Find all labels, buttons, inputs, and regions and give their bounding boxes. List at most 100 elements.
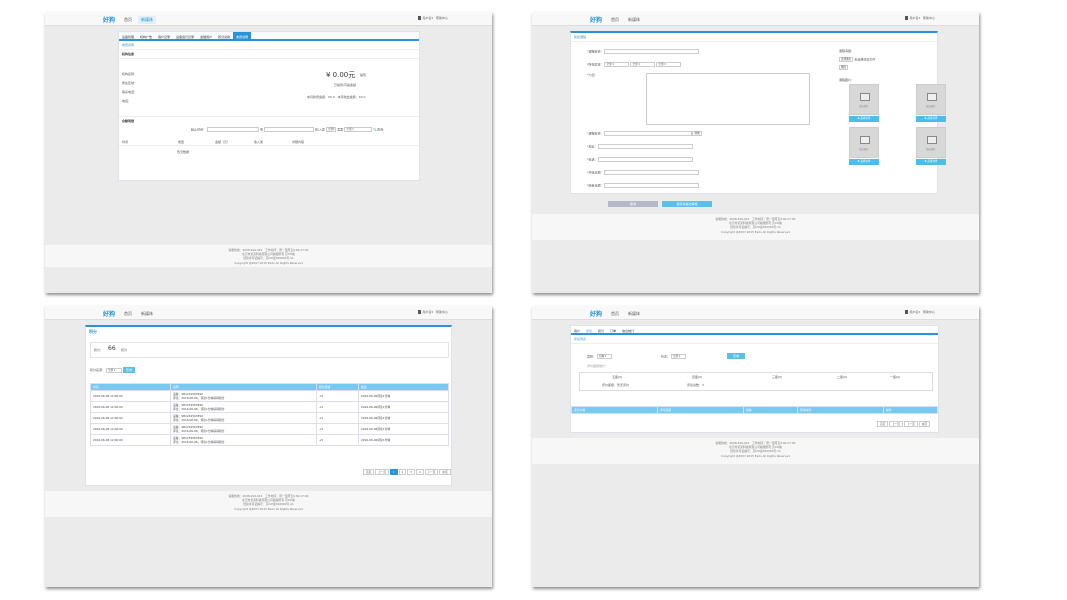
top-header: 好狗 首页 新媒体 用户名▾ 帮助中心	[45, 12, 492, 26]
page-next[interactable]: 下一页	[424, 469, 439, 475]
balance-amount: ¥ 0.00元	[326, 71, 356, 79]
intro-textarea[interactable]	[646, 73, 810, 125]
form-title: 新建课程	[571, 33, 937, 42]
fee-link[interactable]: 收费说明	[119, 41, 419, 50]
page-1[interactable]: 1	[389, 469, 398, 475]
tab-3[interactable]: 设备运行记录	[173, 32, 197, 39]
search-button[interactable]: 🔍查询	[373, 128, 383, 132]
top-header: 好狗 首页 新媒体 用户名▾ 帮助中心	[532, 12, 979, 26]
filter-row: 起止时间： 至 收/入类 全部▾ 类型 全部 ▾ 🔍查询	[191, 127, 384, 132]
district-select[interactable]: 全部 ▾	[656, 62, 682, 67]
withdraw-link[interactable]: 提现	[360, 73, 366, 77]
status-select[interactable]: 全部 ▾	[670, 354, 686, 359]
category-select[interactable]: 机构 ▾	[596, 354, 612, 359]
user-menu[interactable]: 用户名▾ 帮助中心	[905, 16, 935, 20]
table-row: 2016-06-06 12:00:00 设备：SB1234567890 评论：201…	[90, 390, 449, 402]
withdraw-note: 已提现/可提金额	[334, 83, 357, 87]
tab-points[interactable]: 积分	[595, 326, 607, 333]
name-input[interactable]	[604, 49, 700, 54]
user-icon	[905, 16, 909, 20]
footer: 客服热线：4008-916-912 工作时间：周一至周五9:00-17:00 北京…	[532, 214, 979, 240]
cover-choose-button[interactable]: 选择图片	[839, 57, 854, 62]
nav-newmedia[interactable]: 新媒体	[138, 310, 156, 318]
pic-upload-button[interactable]: ✚ 选择文件	[916, 159, 946, 165]
page-first[interactable]: 首页	[363, 469, 375, 475]
logo: 好狗	[590, 17, 603, 24]
pic-slot-2: 暂无图片 ✚ 选择文件	[916, 84, 946, 122]
nav-home[interactable]: 首页	[608, 16, 622, 24]
footer: 客服热线：4008-916-912 工作时间：周一至周五9:00-17:00 北京…	[45, 245, 492, 267]
cover-delete-button[interactable]: 删除	[839, 65, 849, 70]
nav-newmedia[interactable]: 新媒体	[625, 16, 643, 24]
tab-users[interactable]: 用户	[571, 326, 583, 333]
field-input-1[interactable]	[598, 144, 694, 149]
tab-0[interactable]: 设备管理	[119, 32, 137, 39]
page-last[interactable]: 末页	[918, 421, 930, 427]
footer: 客服热线：4008-916-912 工作时间：周一至周五9:00-17:00 北京…	[45, 491, 492, 517]
page-prev[interactable]: 上一页	[375, 469, 389, 475]
pic-upload-button[interactable]: ✚ 选择文件	[916, 116, 946, 122]
tab-1[interactable]: 机构广告	[137, 32, 155, 39]
page-last[interactable]: 末页	[439, 469, 451, 475]
window-points: 好狗 首页 新媒体 用户名▾ 帮助中心 积分 积分： 66 积分 积分来源： 全…	[45, 306, 492, 587]
page-2[interactable]: 2	[398, 469, 407, 475]
window-balance: 好狗 首页 新媒体 用户名▾ 帮助中心 设备管理 机构广告 用户记录 设备运行记…	[45, 12, 492, 293]
page-3[interactable]: 3	[407, 469, 415, 475]
field-input-3[interactable]	[604, 170, 700, 175]
points-value: 66	[108, 345, 116, 352]
page-first[interactable]: 首页	[877, 421, 889, 427]
tab-bar: 设备管理 机构广告 用户记录 设备运行记录 金融用户 积分兑换 收费说明	[119, 32, 419, 41]
tab-orders[interactable]: 订单	[607, 326, 619, 333]
field-input-0[interactable]	[604, 131, 693, 136]
field-input-2[interactable]	[598, 157, 694, 162]
points-title: 积分	[89, 329, 97, 334]
user-menu[interactable]: 用户名▾ 帮助中心	[905, 310, 935, 314]
tab-6[interactable]: 收费说明	[233, 32, 252, 39]
tab-2[interactable]: 用户记录	[155, 32, 173, 39]
type-select[interactable]: 全部▾	[325, 127, 337, 132]
submit-button[interactable]: 保存并提交审核	[662, 201, 712, 207]
source-select[interactable]: 全部 ▾	[105, 367, 122, 373]
pic-upload-button[interactable]: ✚ 选择文件	[849, 116, 879, 122]
field-3: 电话：	[122, 99, 132, 103]
nav-newmedia[interactable]: 新媒体	[138, 16, 156, 24]
tab-stats[interactable]: 信息统计	[619, 326, 637, 333]
map-button[interactable]: 地图	[692, 131, 702, 136]
user-menu[interactable]: 用户名▾ 帮助中心	[418, 310, 448, 314]
city-select[interactable]: 全部 ▾	[630, 62, 656, 67]
image-placeholder-icon	[860, 93, 870, 101]
logo: 好狗	[590, 311, 603, 318]
cover-title: 课程海报：	[839, 49, 855, 53]
status-select[interactable]: 全部 ▾	[344, 127, 373, 132]
comments-table: 评论内容 评论星级 机构 评论时间 操作	[571, 406, 938, 414]
top-header: 好狗 首页 新媒体 用户名▾ 帮助中心	[45, 306, 492, 320]
pic-upload-button[interactable]: ✚ 选择文件	[849, 159, 879, 165]
label-region: *所在区域：	[587, 62, 604, 67]
nav-home[interactable]: 首页	[608, 310, 622, 318]
cancel-button[interactable]: 取消	[608, 201, 658, 207]
start-date-input[interactable]	[206, 127, 259, 132]
nav-home[interactable]: 首页	[121, 16, 135, 24]
footer: 客服热线：4008-916-912 工作时间：周一至周五9:00-17:00 北京…	[532, 438, 979, 464]
page-4[interactable]: 4	[415, 469, 424, 475]
comments-panel: 用户 评论 积分 订单 信息统计 评论列表 类别： 机构 ▾ 状态： 全部 ▾ …	[570, 325, 939, 433]
page-next[interactable]: 下一页	[903, 421, 918, 427]
end-date-input[interactable]	[263, 127, 314, 132]
nav-newmedia[interactable]: 新媒体	[625, 310, 643, 318]
image-placeholder-icon	[927, 93, 937, 101]
field-input-4[interactable]	[604, 183, 700, 188]
user-icon	[418, 310, 422, 314]
course-form: 新建课程 *课程名称： *所在区域： 全部 ▾ 全部 ▾ 全部 ▾ *介绍： *…	[570, 31, 946, 194]
user-menu[interactable]: 用户名▾ 帮助中心	[418, 16, 448, 20]
tab-bar: 用户 评论 积分 订单 信息统计	[571, 326, 938, 335]
tab-4[interactable]: 金融用户	[197, 32, 215, 39]
pic-slot-4: 暂无图片 ✚ 选择文件	[916, 127, 946, 165]
tab-comments[interactable]: 评论	[583, 326, 595, 333]
page-prev[interactable]: 上一页	[889, 421, 903, 427]
province-select[interactable]: 全部 ▾	[604, 62, 630, 67]
pics-title: 课程图片：	[839, 78, 855, 82]
nav-home[interactable]: 首页	[121, 310, 135, 318]
comments-query-button[interactable]: 查询	[727, 353, 745, 359]
points-query-button[interactable]: 查询	[122, 367, 135, 373]
tab-5[interactable]: 积分兑换	[215, 32, 233, 39]
